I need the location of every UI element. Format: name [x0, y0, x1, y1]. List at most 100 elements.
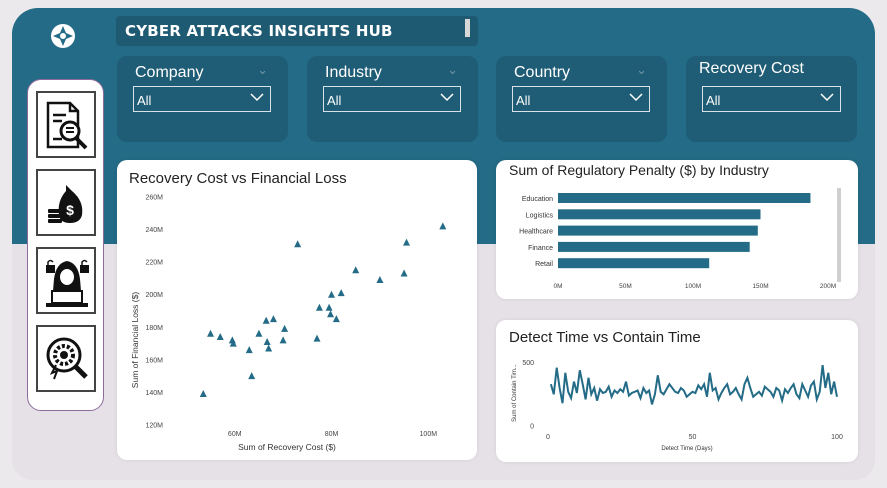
report-search-icon	[46, 101, 88, 150]
line-x-axis-label: Detect Time (Days)	[661, 446, 712, 452]
bar-scrollbar[interactable]	[837, 188, 841, 282]
company-dropdown-value: All	[137, 93, 152, 108]
scatter-point[interactable]	[207, 329, 215, 337]
line-title: Detect Time vs Contain Time	[509, 329, 701, 346]
filter-company-label: Company	[135, 64, 204, 81]
line-y-tick-label: 500	[522, 360, 534, 367]
scatter-card: Recovery Cost vs Financial Loss 120M 140M…	[117, 160, 477, 460]
scatter-point[interactable]	[248, 372, 256, 380]
scatter-x-tick-label: 80M	[325, 431, 339, 438]
industry-dropdown[interactable]: All	[323, 86, 461, 112]
scatter-point[interactable]	[255, 329, 263, 337]
country-dropdown[interactable]: All	[512, 86, 650, 112]
bar-category-label: Retail	[535, 261, 553, 268]
chevron-down-icon	[629, 93, 643, 102]
line-x-tick-label: 0	[546, 434, 550, 441]
company-dropdown[interactable]: All	[133, 86, 271, 112]
title-scrollbar[interactable]	[465, 19, 470, 37]
scatter-point[interactable]	[352, 266, 360, 274]
nav-report-button[interactable]	[36, 91, 96, 158]
filter-country-label: Country	[514, 64, 571, 81]
line-x-tick-label: 50	[689, 434, 697, 441]
title-bar: CYBER ATTACKS INSIGHTS HUB	[116, 16, 478, 46]
filter-country: Country ⌄ All	[496, 56, 667, 142]
chevron-down-icon[interactable]: ⌄	[447, 63, 458, 78]
country-dropdown-value: All	[516, 93, 531, 108]
scatter-point[interactable]	[328, 290, 336, 298]
scatter-point[interactable]	[400, 269, 408, 277]
scatter-point[interactable]	[269, 315, 277, 323]
scatter-x-tick-label: 100M	[420, 431, 438, 438]
line-y-tick-label: 0	[530, 424, 534, 431]
scatter-point[interactable]	[199, 390, 207, 398]
scatter-point[interactable]	[327, 310, 335, 318]
chevron-down-icon[interactable]: ⌄	[257, 63, 268, 78]
scatter-chart: Recovery Cost vs Financial Loss 120M 140M…	[129, 170, 447, 452]
scatter-y-axis-label: Sum of Financial Loss ($)	[130, 292, 140, 389]
scatter-y-tick-label: 260M	[145, 195, 163, 202]
scatter-y-tick-label: 120M	[145, 423, 163, 430]
filter-company: Company ⌄ All	[117, 56, 288, 142]
filter-recovery-cost-label: Recovery Cost	[699, 60, 804, 77]
scatter-point[interactable]	[403, 238, 411, 246]
chevron-down-icon	[820, 93, 834, 102]
recovery-cost-dropdown-value: All	[706, 93, 721, 108]
nav-financial-button[interactable]: $	[36, 169, 96, 236]
scatter-y-tick-label: 220M	[145, 260, 163, 267]
bar-x-tick-label: 150M	[752, 283, 768, 290]
line-y-axis-label: Sum of Contain Tim...	[512, 364, 518, 422]
bar[interactable]	[558, 258, 710, 269]
bar[interactable]	[558, 193, 811, 203]
line-chart: Detect Time vs Contain Time 0500 0 50 100 …	[509, 329, 843, 452]
money-bags-icon: $	[48, 185, 83, 223]
bar-card: Sum of Regulatory Penalty ($) by Industr…	[496, 160, 858, 299]
gear-search-icon	[46, 337, 88, 380]
bar-x-tick-label: 100M	[685, 283, 701, 290]
scatter-point[interactable]	[265, 344, 273, 352]
page-title: CYBER ATTACKS INSIGHTS HUB	[125, 22, 393, 40]
scatter-point[interactable]	[216, 333, 224, 341]
nav-hacker-button[interactable]	[36, 247, 96, 314]
recovery-cost-dropdown[interactable]: All	[702, 86, 841, 112]
scatter-point[interactable]	[313, 334, 321, 342]
bar-category-label: Logistics	[526, 212, 554, 219]
bar[interactable]	[558, 209, 761, 220]
nav-analysis-button[interactable]	[36, 325, 96, 392]
scatter-y-tick-label: 140M	[145, 390, 163, 397]
scatter-point[interactable]	[337, 289, 345, 297]
hacker-icon	[46, 259, 89, 307]
filter-recovery-cost: Recovery Cost All	[686, 56, 857, 142]
bar-category-label: Education	[522, 196, 553, 203]
bar-chart: Sum of Regulatory Penalty ($) by Industr…	[509, 162, 841, 290]
scatter-point[interactable]	[281, 324, 289, 332]
bar-x-tick-label: 0M	[553, 283, 562, 290]
bar-category-label: Finance	[528, 245, 553, 252]
scatter-point[interactable]	[439, 222, 447, 230]
scatter-y-tick-label: 200M	[145, 292, 163, 299]
scatter-point[interactable]	[325, 303, 333, 311]
line-x-tick-label: 100	[831, 434, 843, 441]
scatter-y-tick-label: 180M	[145, 325, 163, 332]
scatter-x-tick-label: 60M	[228, 431, 242, 438]
scatter-point[interactable]	[279, 336, 287, 344]
bar-x-tick-label: 200M	[820, 283, 836, 290]
scatter-x-axis-label: Sum of Recovery Cost ($)	[238, 442, 336, 452]
bar-category-label: Healthcare	[519, 229, 553, 236]
scatter-point[interactable]	[263, 337, 271, 345]
chevron-down-icon	[250, 93, 264, 102]
scatter-point[interactable]	[315, 303, 323, 311]
line-card: Detect Time vs Contain Time 0 500 0 50 100 …	[496, 320, 858, 462]
chevron-down-icon[interactable]: ⌄	[636, 63, 647, 78]
svg-text:$: $	[66, 202, 74, 218]
scatter-point[interactable]	[245, 346, 253, 354]
nav-panel: $	[27, 79, 104, 411]
scatter-point[interactable]	[294, 240, 302, 248]
scatter-point[interactable]	[262, 316, 270, 324]
scatter-point[interactable]	[332, 315, 340, 323]
bar[interactable]	[558, 241, 750, 252]
filter-industry-label: Industry	[325, 64, 382, 81]
scatter-y-tick-label: 160M	[145, 357, 163, 364]
scatter-point[interactable]	[376, 276, 384, 284]
line-series	[549, 364, 838, 405]
bar[interactable]	[558, 225, 758, 236]
